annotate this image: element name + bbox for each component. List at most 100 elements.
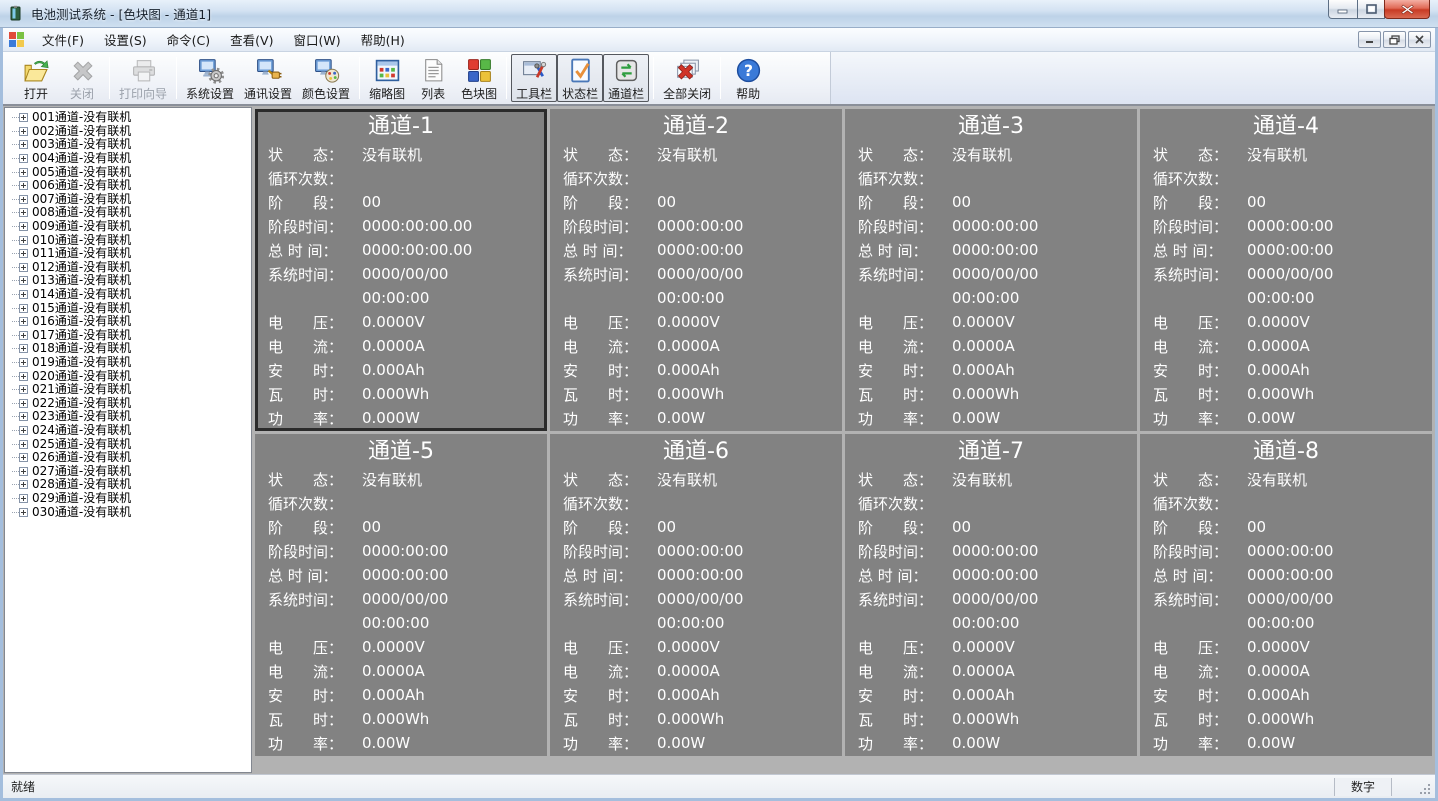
menu-item-3[interactable]: 命令(C) — [157, 28, 220, 52]
statusbar-right: 数字 — [1334, 777, 1432, 796]
toolbar-button-label: 列表 — [421, 87, 446, 101]
resize-grip[interactable] — [1418, 782, 1432, 796]
tree-item-015[interactable]: 015通道-没有联机 — [5, 301, 251, 315]
tree-item-026[interactable]: 026通道-没有联机 — [5, 451, 251, 465]
expand-plus-icon[interactable] — [19, 181, 28, 191]
expand-plus-icon[interactable] — [19, 453, 28, 463]
tree-item-019[interactable]: 019通道-没有联机 — [5, 355, 251, 370]
expand-plus-icon[interactable] — [19, 262, 28, 272]
tree-item-011[interactable]: 011通道-没有联机 — [5, 247, 251, 261]
tree-item-025[interactable]: 025通道-没有联机 — [5, 437, 251, 451]
expand-plus-icon[interactable] — [19, 249, 28, 259]
expand-plus-icon[interactable] — [19, 357, 28, 367]
comm-settings-button[interactable]: 通讯设置 — [239, 54, 297, 102]
expand-plus-icon[interactable] — [19, 154, 28, 164]
tree-item-030[interactable]: 030通道-没有联机 — [5, 505, 251, 519]
mdi-minimize-button[interactable] — [1358, 31, 1381, 48]
tree-item-009[interactable]: 009通道-没有联机 — [5, 220, 251, 234]
expand-plus-icon[interactable] — [19, 113, 28, 123]
thumbnail-view-button[interactable]: 缩略图 — [364, 54, 410, 102]
expand-plus-icon[interactable] — [19, 344, 28, 354]
expand-plus-icon[interactable] — [19, 493, 28, 503]
minimize-button[interactable] — [1328, 0, 1358, 19]
expand-plus-icon[interactable] — [19, 439, 28, 449]
menu-item-5[interactable]: 窗口(W) — [283, 28, 350, 52]
tree-item-027[interactable]: 027通道-没有联机 — [5, 464, 251, 478]
channel-panel-3[interactable]: 通道-3 状 态： 没有联机 循环次数：阶 段： 00 阶段时间： 0000:00:00 总 … — [845, 109, 1137, 431]
tree-item-005[interactable]: 005通道-没有联机 — [5, 165, 251, 179]
tree-item-010[interactable]: 010通道-没有联机 — [5, 233, 251, 247]
color-settings-button[interactable]: 颜色设置 — [297, 54, 355, 102]
tree-item-001[interactable]: 001通道-没有联机 — [5, 111, 251, 125]
expand-plus-icon[interactable] — [19, 317, 28, 327]
menu-item-6[interactable]: 帮助(H) — [351, 28, 415, 52]
channel-panel-8[interactable]: 通道-8 状 态： 没有联机 循环次数：阶 段： 00 阶段时间： 0000:00:00 总 … — [1140, 434, 1432, 756]
expand-plus-icon[interactable] — [19, 222, 28, 232]
expand-plus-icon[interactable] — [19, 276, 28, 286]
expand-plus-icon[interactable] — [19, 140, 28, 150]
tree-item-013[interactable]: 013通道-没有联机 — [5, 274, 251, 288]
tree-item-008[interactable]: 008通道-没有联机 — [5, 206, 251, 220]
field-value: 00:00:00 — [362, 289, 430, 307]
expand-plus-icon[interactable] — [19, 466, 28, 476]
expand-plus-icon[interactable] — [19, 126, 28, 136]
field-value: 00 — [1247, 193, 1267, 211]
channel-panel-5[interactable]: 通道-5 状 态： 没有联机 循环次数：阶 段： 00 阶段时间： 0000:00:00 总 … — [255, 434, 547, 756]
expand-plus-icon[interactable] — [19, 330, 28, 340]
tree-item-004[interactable]: 004通道-没有联机 — [5, 152, 251, 166]
channel-panel-7[interactable]: 通道-7 状 态： 没有联机 循环次数：阶 段： 00 阶段时间： 0000:00:00 总 … — [845, 434, 1137, 756]
tree-item-014[interactable]: 014通道-没有联机 — [5, 288, 251, 302]
colorblock-view-button[interactable]: 色块图 — [456, 54, 502, 102]
expand-plus-icon[interactable] — [19, 398, 28, 408]
menu-item-1[interactable]: 文件(F) — [32, 28, 94, 52]
channel-panel-6[interactable]: 通道-6 状 态： 没有联机 循环次数：阶 段： 00 阶段时间： 0000:00:00 总 … — [550, 434, 842, 756]
expand-plus-icon[interactable] — [19, 303, 28, 313]
close-button[interactable] — [1384, 0, 1430, 19]
statusbar-toggle-button[interactable]: 状态栏 — [557, 54, 604, 102]
expand-plus-icon[interactable] — [19, 235, 28, 245]
system-settings-button[interactable]: 系统设置 — [181, 54, 239, 102]
tree-item-024[interactable]: 024通道-没有联机 — [5, 423, 251, 438]
channel-field-row: 系统时间： 0000/00/00 — [1143, 262, 1429, 286]
channelbar-toggle-button[interactable]: 通道栏 — [603, 54, 650, 102]
channel-panel-2[interactable]: 通道-2 状 态： 没有联机 循环次数：阶 段： 00 阶段时间： 0000:00:00 总 … — [550, 109, 842, 431]
channel-field-row: 总 时 间： 0000:00:00 — [553, 563, 839, 587]
expand-plus-icon[interactable] — [19, 194, 28, 204]
expand-plus-icon[interactable] — [19, 425, 28, 435]
channel-panel-4[interactable]: 通道-4 状 态： 没有联机 循环次数：阶 段： 00 阶段时间： 0000:00:00 总 … — [1140, 109, 1432, 431]
help-button[interactable]: ? 帮助 — [725, 54, 771, 102]
tree-item-006[interactable]: 006通道-没有联机 — [5, 179, 251, 193]
list-view-button[interactable]: 列表 — [410, 54, 456, 102]
expand-plus-icon[interactable] — [19, 290, 28, 300]
tree-item-021[interactable]: 021通道-没有联机 — [5, 383, 251, 397]
expand-plus-icon[interactable] — [19, 385, 28, 395]
channel-field-row: 安 时： 0.000Ah — [258, 683, 544, 707]
menu-item-2[interactable]: 设置(S) — [94, 28, 157, 52]
close-all-button[interactable]: 全部关闭 — [658, 54, 716, 102]
toolbar-toggle-button[interactable]: 工具栏 — [511, 54, 558, 102]
expand-plus-icon[interactable] — [19, 412, 28, 422]
expand-plus-icon[interactable] — [19, 208, 28, 218]
expand-plus-icon[interactable] — [19, 371, 28, 381]
tree-item-020[interactable]: 020通道-没有联机 — [5, 369, 251, 383]
channel-title: 通道-5 — [368, 439, 434, 464]
expand-plus-icon[interactable] — [19, 480, 28, 490]
expand-plus-icon[interactable] — [19, 507, 28, 517]
tree-item-029[interactable]: 029通道-没有联机 — [5, 491, 251, 506]
open-button[interactable]: 打开 — [13, 54, 59, 102]
field-value: 0.000Ah — [362, 686, 425, 704]
field-label: 状 态： — [1153, 470, 1229, 489]
expand-plus-icon[interactable] — [19, 167, 28, 177]
tree-item-003[interactable]: 003通道-没有联机 — [5, 138, 251, 152]
tree-item-028[interactable]: 028通道-没有联机 — [5, 478, 251, 492]
menu-item-4[interactable]: 查看(V) — [220, 28, 283, 52]
channel-panel-1[interactable]: 通道-1 状 态： 没有联机 循环次数： 阶 段： 00 阶段时间： 0000:00:00.0… — [255, 109, 547, 431]
maximize-button[interactable] — [1357, 0, 1385, 19]
field-label: 阶 段： — [563, 193, 639, 212]
tree-item-018[interactable]: 018通道-没有联机 — [5, 342, 251, 356]
tree-item-023[interactable]: 023通道-没有联机 — [5, 410, 251, 424]
tree-item-016[interactable]: 016通道-没有联机 — [5, 315, 251, 329]
channel-field-row: 安 时： 0.000Ah — [848, 683, 1134, 707]
mdi-close-button[interactable] — [1408, 31, 1431, 48]
mdi-restore-button[interactable] — [1383, 31, 1406, 48]
